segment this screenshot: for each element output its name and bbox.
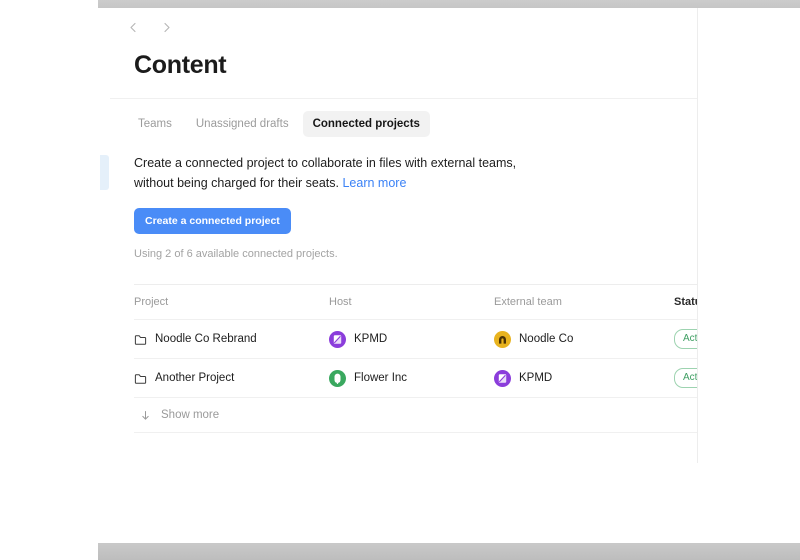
chevron-right-icon[interactable] (156, 17, 176, 37)
table-row[interactable]: Noodle Co Rebrand KPMD Noodle Co Active (134, 319, 697, 358)
kpmd-avatar (494, 369, 511, 387)
window-bottom-bar (98, 543, 800, 560)
sidebar-item-selected[interactable] (100, 155, 109, 190)
table-row[interactable]: Another Project Flower Inc KPMD Active (134, 358, 697, 397)
cell-status: Active (674, 329, 697, 349)
project-name: Noodle Co Rebrand (155, 333, 257, 345)
connected-projects-table: Project Host External team Status Noodle… (134, 284, 697, 433)
usage-note: Using 2 of 6 available connected project… (134, 248, 338, 260)
tab-bar: Teams Unassigned drafts Connected projec… (110, 99, 697, 137)
arrow-down-icon (140, 410, 151, 421)
folder-icon (134, 372, 147, 385)
description-text: Create a connected project to collaborat… (110, 137, 578, 193)
table-header-row: Project Host External team Status (134, 284, 697, 319)
folder-icon (134, 333, 147, 346)
host-name: Flower Inc (354, 372, 408, 384)
show-more-label: Show more (161, 409, 220, 421)
status-badge: Active (674, 329, 697, 349)
navigation-bar (110, 8, 697, 46)
cell-status: Active (674, 368, 697, 388)
page-title: Content (134, 51, 227, 79)
create-connected-project-button[interactable]: Create a connected project (134, 208, 291, 234)
project-name: Another Project (155, 372, 235, 384)
external-team-name: Noodle Co (519, 333, 574, 345)
noodle-co-avatar (494, 330, 511, 348)
external-team-name: KPMD (519, 372, 553, 384)
cell-host: Flower Inc (329, 369, 494, 387)
show-more-button[interactable]: Show more (134, 409, 219, 421)
cell-external-team: KPMD (494, 369, 674, 387)
description-body: Create a connected project to collaborat… (134, 156, 517, 190)
tab-unassigned-drafts[interactable]: Unassigned drafts (186, 111, 299, 137)
status-badge: Active (674, 368, 697, 388)
cell-host: KPMD (329, 330, 494, 348)
cell-project: Another Project (134, 371, 329, 385)
tab-connected-projects[interactable]: Connected projects (302, 111, 430, 137)
cell-external-team: Noodle Co (494, 330, 674, 348)
column-header-external-team: External team (494, 296, 562, 308)
column-header-status: Status (674, 296, 697, 308)
cell-project: Noodle Co Rebrand (134, 332, 329, 346)
tab-teams[interactable]: Teams (128, 111, 182, 137)
learn-more-link[interactable]: Learn more (342, 176, 406, 190)
chevron-left-icon[interactable] (123, 17, 143, 37)
host-name: KPMD (354, 333, 388, 345)
content-panel: Content Teams Unassigned drafts Connecte… (110, 8, 698, 463)
cta-container: Create a connected project (110, 193, 697, 234)
flower-inc-avatar (329, 369, 346, 387)
show-more-row[interactable]: Show more (134, 397, 697, 433)
page-header: Content (110, 46, 697, 99)
column-header-project: Project (134, 296, 169, 308)
column-header-host: Host (329, 296, 352, 308)
kpmd-avatar (329, 330, 346, 348)
window-top-bar (98, 0, 800, 8)
